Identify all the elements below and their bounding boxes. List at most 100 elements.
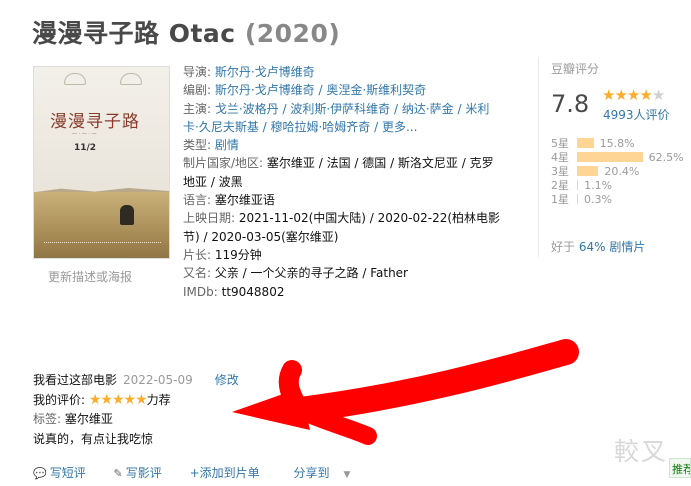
info-value[interactable]: 剧情 — [215, 138, 239, 152]
tag-row: 标签: 塞尔维亚 — [33, 410, 239, 430]
watched-date: 2022-05-09 — [123, 373, 193, 387]
movie-info: 导演: 斯尔丹·戈卢博维奇 编剧: 斯尔丹·戈卢博维奇 / 奥涅金·斯维利契奇 主演… — [183, 63, 518, 301]
page-title: 漫漫寻子路 Otac (2020) — [32, 14, 340, 50]
dist-bar — [577, 180, 579, 190]
poster-sky — [34, 67, 169, 197]
arrow-head-upper — [278, 360, 310, 420]
movie-name: 漫漫寻子路 Otac — [32, 19, 236, 48]
add-to-list-button[interactable]: +添加到片单 — [190, 466, 260, 480]
dist-percent: 20.4% — [604, 164, 640, 178]
info-value: 塞尔维亚 / 法国 / 德国 / 斯洛文尼亚 / 克罗 — [266, 156, 494, 171]
info-row: 编剧: 斯尔丹·戈卢博维奇 / 奥涅金·斯维利契奇 — [183, 81, 518, 99]
write-review-button[interactable]: ✎ 写影评 — [114, 466, 174, 480]
poster-field — [34, 192, 169, 258]
rating-distribution: 5星 15.8% 4星 62.5% 3星 20.4% 2星 1.1% 1星 0.3% — [551, 136, 691, 207]
poster-figure — [120, 205, 134, 225]
info-value[interactable]: 戈兰·波格丹 / 波利斯·伊萨科维奇 / 纳达·萨金 / 米利 — [215, 102, 489, 116]
recommend-button[interactable]: 推荐 — [669, 458, 691, 478]
watched-label: 我看过这部电影 — [33, 373, 118, 387]
star-icon: ★ — [651, 86, 665, 104]
info-value: 塞尔维亚语 — [214, 193, 275, 208]
poster-title: 漫漫寻子路 — [50, 112, 140, 132]
dist-bar — [577, 138, 594, 148]
info-row: 卡·久尼夫斯基 / 穆哈拉姆·哈姆齐奇 / 更多... — [183, 118, 518, 136]
info-row: 片长: 119分钟 — [183, 246, 518, 264]
info-value[interactable]: 斯尔丹·戈卢博维奇 / 奥涅金·斯维利契奇 — [215, 83, 426, 97]
info-row: 地亚 / 波黑 — [183, 173, 518, 191]
better-than: 好于 64% 剧情片 — [551, 238, 645, 255]
poster-date: 11/2 — [74, 143, 97, 153]
my-review-section: 我看过这部电影 2022-05-09 修改 我的评价: ★★★★★力荐 标签: 塞尔… — [33, 371, 239, 449]
info-label: 类型: — [183, 138, 215, 153]
share-button[interactable]: 分享到 ▼ — [294, 466, 363, 480]
watermark: 較叉 — [614, 437, 669, 466]
arrow-head-lower — [291, 401, 377, 445]
rating-dist-row: 4星 62.5% — [551, 150, 691, 165]
dist-percent: 0.3% — [584, 192, 612, 206]
info-value[interactable]: 斯尔丹·戈卢博维奇 — [215, 65, 315, 79]
rating-heading: 豆瓣评分 — [551, 62, 600, 76]
info-value: 119分钟 — [214, 247, 262, 262]
my-rating-row: 我的评价: ★★★★★力荐 — [33, 391, 239, 411]
star-icon: ★ — [626, 86, 640, 104]
info-row: 主演: 戈兰·波格丹 / 波利斯·伊萨科维奇 / 纳达·萨金 / 米利 — [183, 100, 518, 118]
movie-year: (2020) — [244, 19, 341, 48]
pencil-icon: ✎ — [113, 467, 123, 480]
write-short-review-button[interactable]: 💬 写短评 — [33, 466, 98, 480]
my-rating-word: 力荐 — [146, 392, 171, 407]
short-review-label: 写短评 — [49, 466, 86, 480]
info-label: 语言: — [183, 193, 215, 208]
info-row: 类型: 剧情 — [183, 136, 518, 154]
info-value: tt9048802 — [221, 284, 285, 299]
my-rating-stars: ★★★★★ — [88, 391, 148, 408]
info-row: 语言: 塞尔维亚语 — [183, 191, 518, 209]
info-value: 节) / 2020-03-05(塞尔维亚) — [183, 229, 339, 244]
dist-bar — [577, 166, 599, 176]
rating-stars: ★★★★★ — [602, 86, 665, 104]
rating-dist-row: 3星 20.4% — [551, 164, 691, 179]
rating-dist-row: 5星 15.8% — [551, 136, 691, 151]
arrow-shaft — [287, 339, 579, 423]
review-label: 写影评 — [125, 466, 162, 480]
update-poster-link[interactable]: 更新描述或海报 — [48, 268, 132, 285]
my-comment: 说真的，有点让我吃惊 — [33, 431, 154, 446]
info-row: 又名: 父亲 / 一个父亲的寻子之路 / Father — [183, 264, 518, 282]
comment-icon: 💬 — [33, 467, 47, 480]
rating-dist-row: 1星 0.3% — [551, 192, 691, 207]
info-row: 节) / 2020-03-05(塞尔维亚) — [183, 228, 518, 246]
info-label: 上映日期: — [183, 211, 239, 226]
rating-dist-row: 2星 1.1% — [551, 178, 691, 193]
dist-percent: 15.8% — [599, 136, 635, 150]
dist-bar — [577, 152, 643, 162]
info-value: 父亲 / 一个父亲的寻子之路 / Father — [214, 266, 408, 281]
poster-subtitle: — · — · — — [72, 131, 97, 137]
rating-score: 7.8 — [551, 90, 590, 118]
dist-star-label: 1星 — [551, 193, 569, 206]
info-label: IMDb: — [183, 284, 222, 299]
info-label: 片长: — [183, 247, 215, 262]
star-icon: ★ — [639, 86, 652, 104]
info-row: 导演: 斯尔丹·戈卢博维奇 — [183, 63, 518, 81]
share-label: 分享到 — [293, 466, 330, 480]
star-icon: ★ — [614, 86, 627, 104]
chevron-down-icon: ▼ — [343, 470, 351, 480]
info-label: 导演: — [183, 65, 215, 79]
info-value[interactable]: 卡·久尼夫斯基 / 穆哈拉姆·哈姆齐奇 / 更多... — [183, 120, 417, 134]
dist-percent: 1.1% — [584, 178, 613, 192]
edit-link[interactable]: 修改 — [215, 373, 239, 387]
vote-count-link[interactable]: 4993人评价 — [603, 106, 670, 123]
arrow-tip — [232, 388, 310, 430]
dist-percent: 62.5% — [648, 150, 684, 164]
info-label: 主演: — [183, 101, 215, 116]
award-laurel-icon — [120, 73, 142, 85]
watched-row: 我看过这部电影 2022-05-09 修改 — [33, 371, 239, 391]
star-icon: ★ — [602, 86, 615, 104]
info-row: IMDb: tt9048802 — [183, 283, 518, 301]
action-bar: 💬 写短评 ✎ 写影评 +添加到片单 分享到 ▼ — [33, 464, 374, 481]
tag-value[interactable]: 塞尔维亚 — [65, 412, 113, 426]
movie-poster[interactable]: 漫漫寻子路 — · — · — 11/2 — [33, 66, 170, 259]
better-genre-link[interactable]: 64% 剧情片 — [579, 240, 646, 254]
info-label: 制片国家/地区: — [183, 156, 267, 171]
info-value: 2021-11-02(中国大陆) / 2020-02-22(柏林电影 — [238, 211, 501, 226]
info-value: 地亚 / 波黑 — [183, 174, 243, 189]
